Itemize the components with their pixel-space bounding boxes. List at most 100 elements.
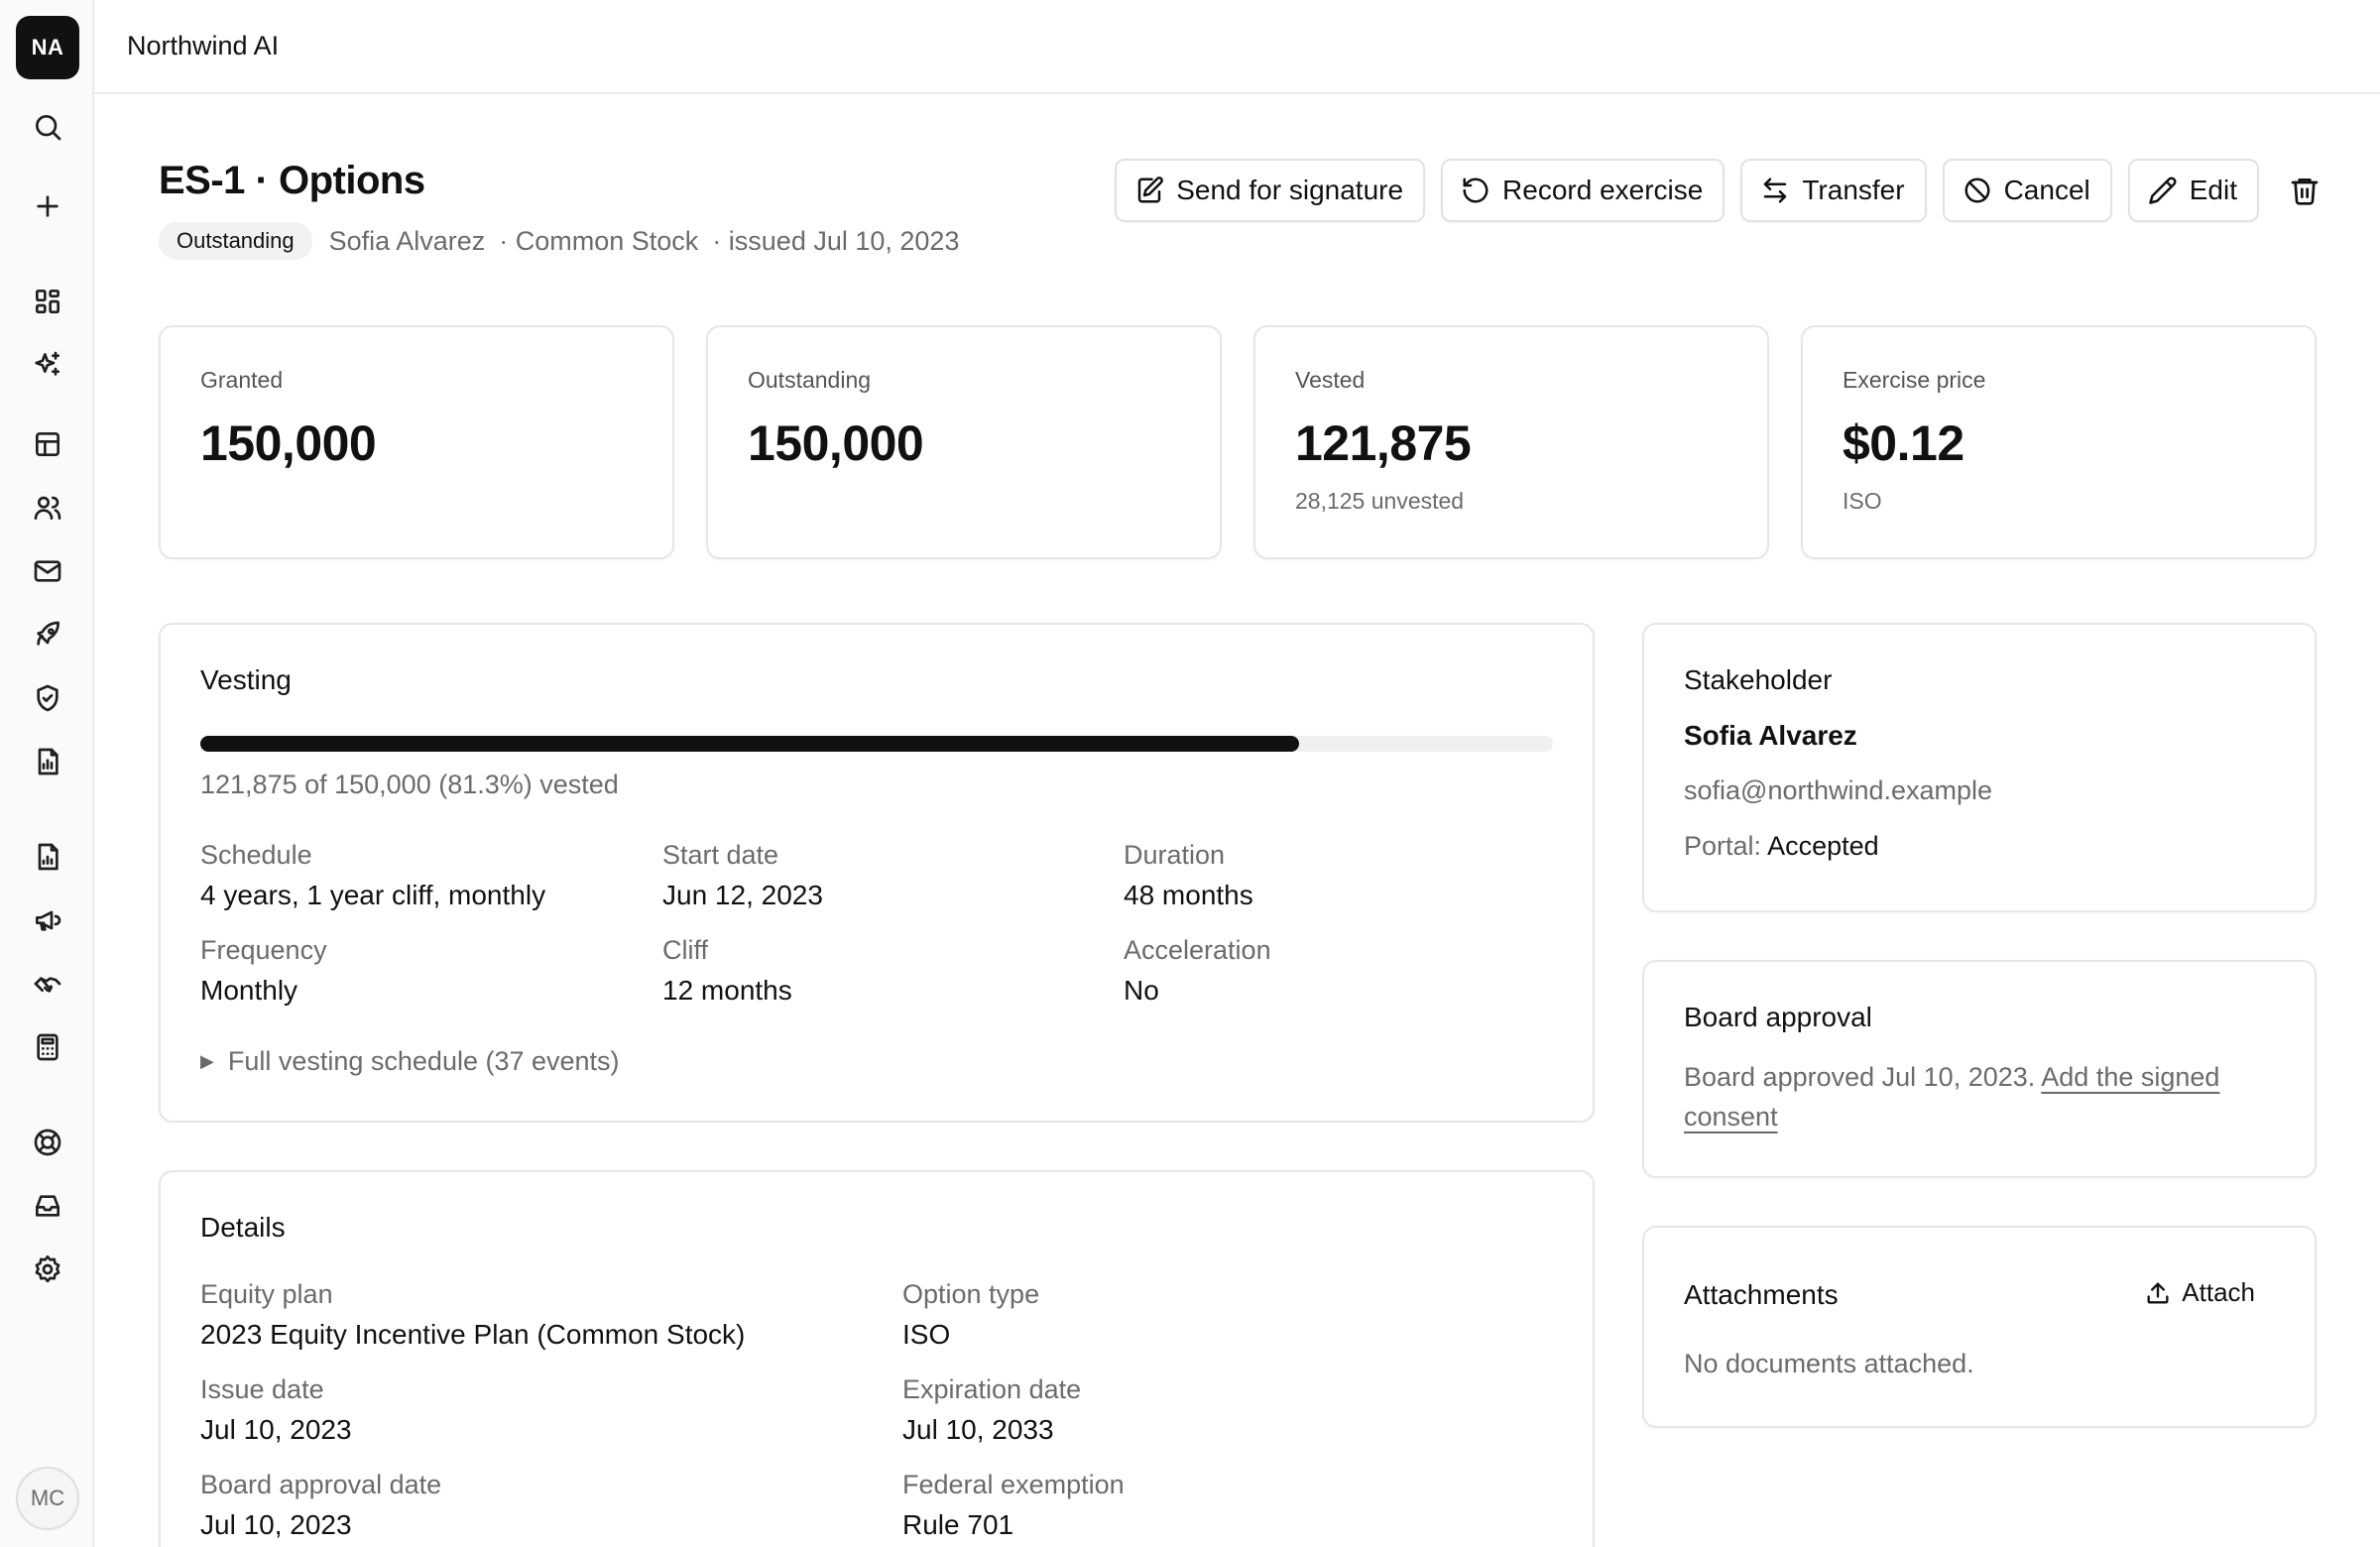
- transfer-label: Transfer: [1802, 175, 1905, 205]
- chart-file-icon[interactable]: [28, 837, 67, 877]
- trash-icon: [2291, 178, 2319, 205]
- issue-date-value: Jul 10, 2023: [200, 1414, 352, 1445]
- page-title: ES-1 · Options: [159, 159, 425, 202]
- schedule-value: 4 years, 1 year cliff, monthly: [200, 880, 546, 910]
- handshake-icon[interactable]: [28, 964, 67, 1004]
- portal-status: Portal: Accepted: [1684, 831, 1879, 862]
- acceleration-value: No: [1124, 975, 1159, 1006]
- duration-value: 48 months: [1124, 880, 1253, 910]
- schedule-label: Schedule: [200, 840, 312, 870]
- sidebar: NA MC: [0, 0, 94, 1547]
- board-approval-date-label: Board approval date: [200, 1470, 442, 1499]
- cliff-label: Cliff: [662, 935, 709, 965]
- vesting-progress-fill: [200, 736, 1300, 752]
- stat-card-vested: Vested 121,875 28,125 unvested: [1253, 325, 1769, 559]
- portal-label: Portal:: [1684, 831, 1762, 861]
- inbox-icon[interactable]: [28, 1186, 67, 1226]
- stat-sub: ISO: [1843, 488, 1882, 514]
- start-date-label: Start date: [662, 840, 779, 870]
- full-vesting-schedule-toggle[interactable]: ▶ Full vesting schedule (37 events): [200, 1046, 620, 1077]
- option-type-value: ISO: [902, 1319, 951, 1350]
- send-for-signature-label: Send for signature: [1176, 175, 1404, 205]
- add-signed-consent-link-line1[interactable]: Add the signed: [2041, 1062, 2219, 1092]
- stakeholder-email: sofia@northwind.example: [1684, 775, 1993, 805]
- topbar: Northwind AI: [94, 0, 2380, 94]
- stakeholder-card: Stakeholder Sofia Alvarez sofia@northwin…: [1642, 623, 2317, 912]
- frequency-value: Monthly: [200, 975, 298, 1006]
- issue-date-label: Issue date: [200, 1374, 324, 1404]
- users-icon[interactable]: [28, 488, 67, 528]
- issued-date: · issued Jul 10, 2023: [712, 225, 960, 256]
- mail-icon[interactable]: [28, 551, 67, 591]
- shield-check-icon[interactable]: [28, 678, 67, 718]
- vesting-title: Vesting: [200, 664, 292, 695]
- stat-label: Granted: [200, 367, 284, 393]
- federal-exemption-value: Rule 701: [902, 1509, 1014, 1540]
- attachments-card: Attachments Attach No documents attached…: [1642, 1226, 2317, 1428]
- option-type-label: Option type: [902, 1279, 1040, 1309]
- cliff-value: 12 months: [662, 975, 792, 1006]
- attach-button[interactable]: Attach: [2144, 1277, 2255, 1308]
- stakeholder-title: Stakeholder: [1684, 664, 1833, 695]
- edit-label: Edit: [2189, 175, 2237, 205]
- cancel-label: Cancel: [2003, 175, 2090, 205]
- upload-icon: [2147, 1282, 2169, 1303]
- signature-icon: [1137, 177, 1164, 203]
- vesting-card: Vesting 121,875 of 150,000 (81.3%) veste…: [159, 623, 1595, 1123]
- user-avatar[interactable]: MC: [16, 1467, 79, 1530]
- full-vesting-schedule-label: Full vesting schedule (37 events): [227, 1046, 620, 1076]
- share-class: · Common Stock: [499, 225, 699, 256]
- add-signed-consent-link-line2[interactable]: consent: [1684, 1102, 1778, 1131]
- disclosure-triangle-icon: ▶: [200, 1051, 214, 1071]
- stat-label: Outstanding: [748, 367, 872, 393]
- settings-icon[interactable]: [28, 1250, 67, 1289]
- action-toolbar: Send for signature Record exercise Trans…: [1099, 159, 2334, 222]
- org-logo[interactable]: NA: [16, 16, 79, 79]
- stat-label: Exercise price: [1843, 367, 1986, 393]
- search-icon[interactable]: [28, 107, 67, 147]
- duration-label: Duration: [1124, 840, 1226, 870]
- record-exercise-label: Record exercise: [1502, 175, 1704, 205]
- report-icon[interactable]: [28, 742, 67, 781]
- board-approval-message: Board approved Jul 10, 2023.: [1684, 1062, 2036, 1092]
- ban-icon: [1964, 178, 1990, 203]
- attachments-empty-text: No documents attached.: [1684, 1349, 1974, 1378]
- arrows-left-right-icon: [1764, 178, 1787, 203]
- send-for-signature-button[interactable]: Send for signature: [1115, 159, 1426, 222]
- attachments-title: Attachments: [1684, 1279, 1839, 1310]
- details-title: Details: [200, 1212, 286, 1243]
- expiration-date-label: Expiration date: [902, 1374, 1082, 1404]
- board-approval-title: Board approval: [1684, 1002, 1872, 1032]
- vesting-progress-text: 121,875 of 150,000 (81.3%) vested: [200, 770, 619, 799]
- edit-button[interactable]: Edit: [2127, 159, 2259, 222]
- portal-value: Accepted: [1767, 831, 1879, 861]
- rocket-icon[interactable]: [28, 615, 67, 654]
- details-card: Details Equity plan 2023 Equity Incentiv…: [159, 1170, 1595, 1547]
- sparkles-icon[interactable]: [28, 345, 67, 385]
- plus-icon[interactable]: [28, 186, 67, 226]
- stat-card-exercise-price: Exercise price $0.12 ISO: [1801, 325, 2317, 559]
- stakeholder-card-name[interactable]: Sofia Alvarez: [1684, 720, 1857, 752]
- stat-card-outstanding: Outstanding 150,000: [706, 325, 1222, 559]
- transfer-button[interactable]: Transfer: [1740, 159, 1927, 222]
- stakeholder-name: Sofia Alvarez: [328, 225, 486, 256]
- board-approval-date-value: Jul 10, 2023: [200, 1509, 352, 1540]
- rotate-ccw-icon: [1463, 178, 1488, 203]
- status-badge: Outstanding: [159, 222, 312, 260]
- board-approval-card: Board approval Board approved Jul 10, 20…: [1642, 960, 2317, 1178]
- megaphone-icon[interactable]: [28, 900, 67, 940]
- frequency-label: Frequency: [200, 935, 327, 965]
- lifebuoy-icon[interactable]: [28, 1123, 67, 1162]
- expiration-date-value: Jul 10, 2033: [902, 1414, 1054, 1445]
- table-icon[interactable]: [28, 424, 67, 464]
- board-approval-text: Board approved Jul 10, 2023. Add the sig…: [1684, 1057, 2279, 1136]
- dashboard-icon[interactable]: [28, 282, 67, 321]
- stat-sub: 28,125 unvested: [1295, 488, 1465, 514]
- stat-value: 150,000: [748, 416, 924, 471]
- calculator-icon[interactable]: [28, 1027, 67, 1067]
- cancel-button[interactable]: Cancel: [1942, 159, 2112, 222]
- stat-value: 121,875: [1295, 416, 1472, 471]
- record-exercise-button[interactable]: Record exercise: [1441, 159, 1726, 222]
- delete-button[interactable]: [2275, 159, 2334, 222]
- equity-plan-label: Equity plan: [200, 1279, 333, 1309]
